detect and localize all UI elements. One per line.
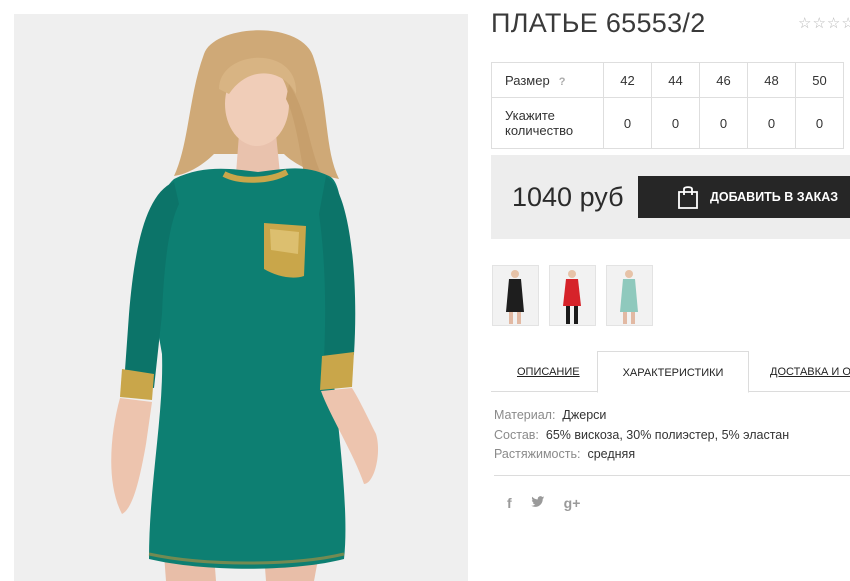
size-label: Размер <box>505 72 550 88</box>
thumb-black-dress[interactable] <box>492 265 539 326</box>
spec-row-stretch: Растяжимость: средняя <box>494 445 850 465</box>
rating-stars[interactable]: ☆☆☆☆☆ <box>798 14 850 32</box>
size-help-icon[interactable]: ? <box>559 76 566 88</box>
product-title: ПЛАТЬЕ 65553/2 <box>491 8 706 38</box>
size-44: 44 <box>651 62 700 98</box>
price: 1040 руб <box>512 182 624 212</box>
spec-value: 65% вискоза, 30% полиэстер, 5% эластан <box>545 427 790 442</box>
social-share: f g+ <box>507 495 580 511</box>
characteristics-list: Материал: Джерси Состав: 65% вискоза, 30% … <box>494 406 850 476</box>
quantity-row: Укажите количество 0 0 0 0 0 <box>491 97 844 149</box>
quantity-input-48[interactable]: 0 <box>747 97 796 149</box>
size-quantity-table: Размер? 42 44 46 48 50 Укажите количеств… <box>491 62 844 149</box>
size-42: 42 <box>603 62 652 98</box>
size-label-cell: Размер? <box>491 62 604 98</box>
twitter-icon[interactable] <box>530 495 545 511</box>
facebook-icon[interactable]: f <box>507 495 512 511</box>
spec-key: Материал: <box>494 408 556 422</box>
spec-key: Растяжимость: <box>494 447 581 461</box>
size-48: 48 <box>747 62 796 98</box>
tab-description[interactable]: ОПИСАНИЕ <box>517 351 580 391</box>
quantity-input-50[interactable]: 0 <box>795 97 844 149</box>
shopping-bag-icon <box>678 186 698 209</box>
add-to-order-label: ДОБАВИТЬ В ЗАКАЗ <box>710 190 839 204</box>
color-thumbnails <box>492 265 653 326</box>
spec-value: средняя <box>587 447 636 461</box>
tab-characteristics[interactable]: ХАРАКТЕРИСТИКИ <box>597 351 749 393</box>
quantity-label-cell: Укажите количество <box>491 97 604 149</box>
add-to-order-button[interactable]: ДОБАВИТЬ В ЗАКАЗ <box>638 176 850 218</box>
spec-row-composition: Состав: 65% вискоза, 30% полиэстер, 5% эл… <box>494 426 850 446</box>
google-plus-icon[interactable]: g+ <box>564 495 581 511</box>
spec-value: Джерси <box>562 408 607 422</box>
size-46: 46 <box>699 62 748 98</box>
buy-box: 1040 руб ДОБАВИТЬ В ЗАКАЗ <box>491 155 850 239</box>
spec-key: Состав: <box>494 427 539 442</box>
quantity-label-line2: количество <box>505 123 574 138</box>
size-row: Размер? 42 44 46 48 50 <box>491 62 844 98</box>
quantity-input-44[interactable]: 0 <box>651 97 700 149</box>
tab-delivery-payment[interactable]: ДОСТАВКА И ОПЛАТА <box>770 351 850 391</box>
thumb-red-dress[interactable] <box>549 265 596 326</box>
product-tabs: ОПИСАНИЕ ХАРАКТЕРИСТИКИ ДОСТАВКА И ОПЛАТ… <box>491 351 850 393</box>
spec-row-material: Материал: Джерси <box>494 406 850 426</box>
thumb-mint-dress[interactable] <box>606 265 653 326</box>
product-main-photo[interactable] <box>14 14 468 581</box>
quantity-label-line1: Укажите <box>505 108 555 123</box>
quantity-input-42[interactable]: 0 <box>603 97 652 149</box>
quantity-input-46[interactable]: 0 <box>699 97 748 149</box>
size-50: 50 <box>795 62 844 98</box>
